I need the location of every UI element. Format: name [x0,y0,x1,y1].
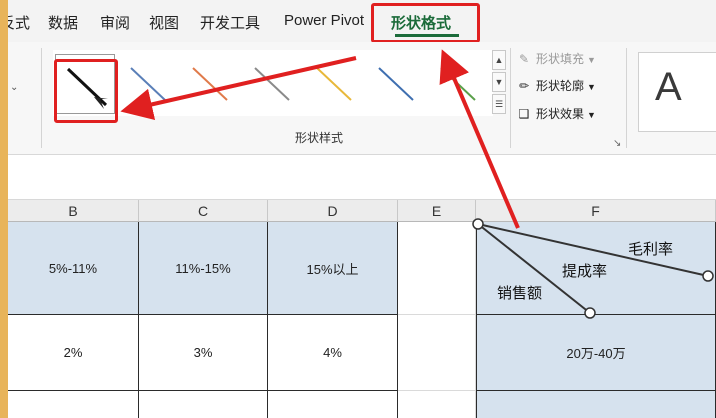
column-header-e[interactable]: E [398,200,476,222]
formula-area [8,155,716,200]
cell-d2[interactable]: 4% [268,315,398,391]
shape-outline-label: 形状轮廓 [536,79,585,93]
tab-power-pivot[interactable]: Power Pivot [284,12,364,29]
ribbon-tab-bar: 反式 数据 审阅 视图 开发工具 Power Pivot 形状格式 [8,0,716,43]
ribbon-separator [510,48,511,148]
cell-f2[interactable]: 20万-40万 [476,315,716,391]
shape-style-darkblue-line[interactable] [365,54,425,114]
shape-style-green-line[interactable] [427,54,487,114]
line-style-icon [316,67,352,101]
annotation-box-tab [371,3,480,43]
wordart-letter: A [655,65,682,109]
shape-effects-label: 形状效果 [536,107,585,121]
diagonal-label-margin: 毛利率 [628,241,674,258]
cell-c2[interactable]: 3% [139,315,268,391]
shape-style-orange-line[interactable] [179,54,239,114]
column-header-f[interactable]: F [476,200,716,222]
chevron-down-icon: ▼ [587,82,596,92]
cell-d3[interactable] [268,391,398,418]
ribbon-separator [626,48,627,148]
cell-value: 15%以上 [306,261,359,277]
shape-effects-button[interactable]: ❑ 形状效果 ▼ [516,105,596,122]
tab-review[interactable]: 审阅 [100,12,130,33]
diagonal-label-sales: 销售额 [497,285,543,302]
line-style-icon [254,67,290,101]
tab-data[interactable]: 数据 [48,12,78,33]
cell-b3[interactable] [8,391,139,418]
cell-value: 20万-40万 [566,346,626,361]
line-style-icon [130,67,166,101]
paint-bucket-icon: ✎ [518,52,530,66]
ribbon-panel: ⌄ ▲ ▼ ☰ 形状样式 ↘ ✎ 形状填充 ▼ ✏ 形状轮廓 ▼ ❑ 形状效果 ▼ A [8,42,716,155]
cell-value: 5%-11% [48,260,98,276]
scroll-down-icon[interactable]: ▼ [492,72,506,92]
wordart-style-preview[interactable]: A [638,52,716,132]
gallery-more-icon[interactable]: ☰ [492,94,506,114]
cell-c3[interactable] [139,391,268,418]
chevron-down-icon[interactable]: ⌄ [10,82,18,93]
line-style-icon [192,67,228,101]
cell-value: 2% [63,345,83,360]
tab-formulas[interactable]: 反式 [8,12,30,33]
cell-value: 3% [193,345,213,360]
cell-e1[interactable] [398,222,476,315]
shape-style-gallery [53,50,493,116]
excel-window: 反式 数据 审阅 视图 开发工具 Power Pivot 形状格式 ⌄ ▲ ▼ … [8,0,716,418]
column-header-c[interactable]: C [139,200,268,222]
tab-view[interactable]: 视图 [149,12,179,33]
shape-styles-group-label: 形状样式 [295,131,344,145]
effects-icon: ❑ [518,107,530,121]
gallery-scroll: ▲ ▼ ☰ [492,50,508,116]
column-header-b[interactable]: B [8,200,139,222]
cell-c1[interactable]: 11%-15% [139,222,268,315]
dialog-launcher-icon[interactable]: ↘ [613,138,621,149]
cell-b2[interactable]: 2% [8,315,139,391]
cell-e2[interactable] [398,315,476,391]
shape-style-blue-line[interactable] [117,54,177,114]
shape-outline-button[interactable]: ✏ 形状轮廓 ▼ [516,77,596,94]
shape-fill-button[interactable]: ✎ 形状填充 ▼ [516,50,596,67]
ribbon-separator [41,48,42,148]
chevron-down-icon: ▼ [587,55,596,65]
pen-icon: ✏ [518,79,530,93]
line-style-icon [378,67,414,101]
cell-value: 4% [323,345,342,360]
shape-fill-label: 形状填充 [536,52,585,66]
cell-value: 11%-15% [175,260,231,276]
diagonal-label-commission: 提成率 [562,263,608,280]
chevron-down-icon: ▼ [587,110,596,120]
shape-style-gray-line[interactable] [241,54,301,114]
cell-e3[interactable] [398,391,476,418]
cell-f3[interactable] [476,391,716,418]
shape-style-gold-line[interactable] [303,54,363,114]
column-header-d[interactable]: D [268,200,398,222]
scroll-up-icon[interactable]: ▲ [492,50,506,70]
cell-d1[interactable]: 15%以上 [268,222,398,315]
tab-developer[interactable]: 开发工具 [200,12,260,33]
annotation-box-style [54,59,118,123]
cell-b1[interactable]: 5%-11% [8,222,139,315]
line-style-icon [440,67,476,101]
